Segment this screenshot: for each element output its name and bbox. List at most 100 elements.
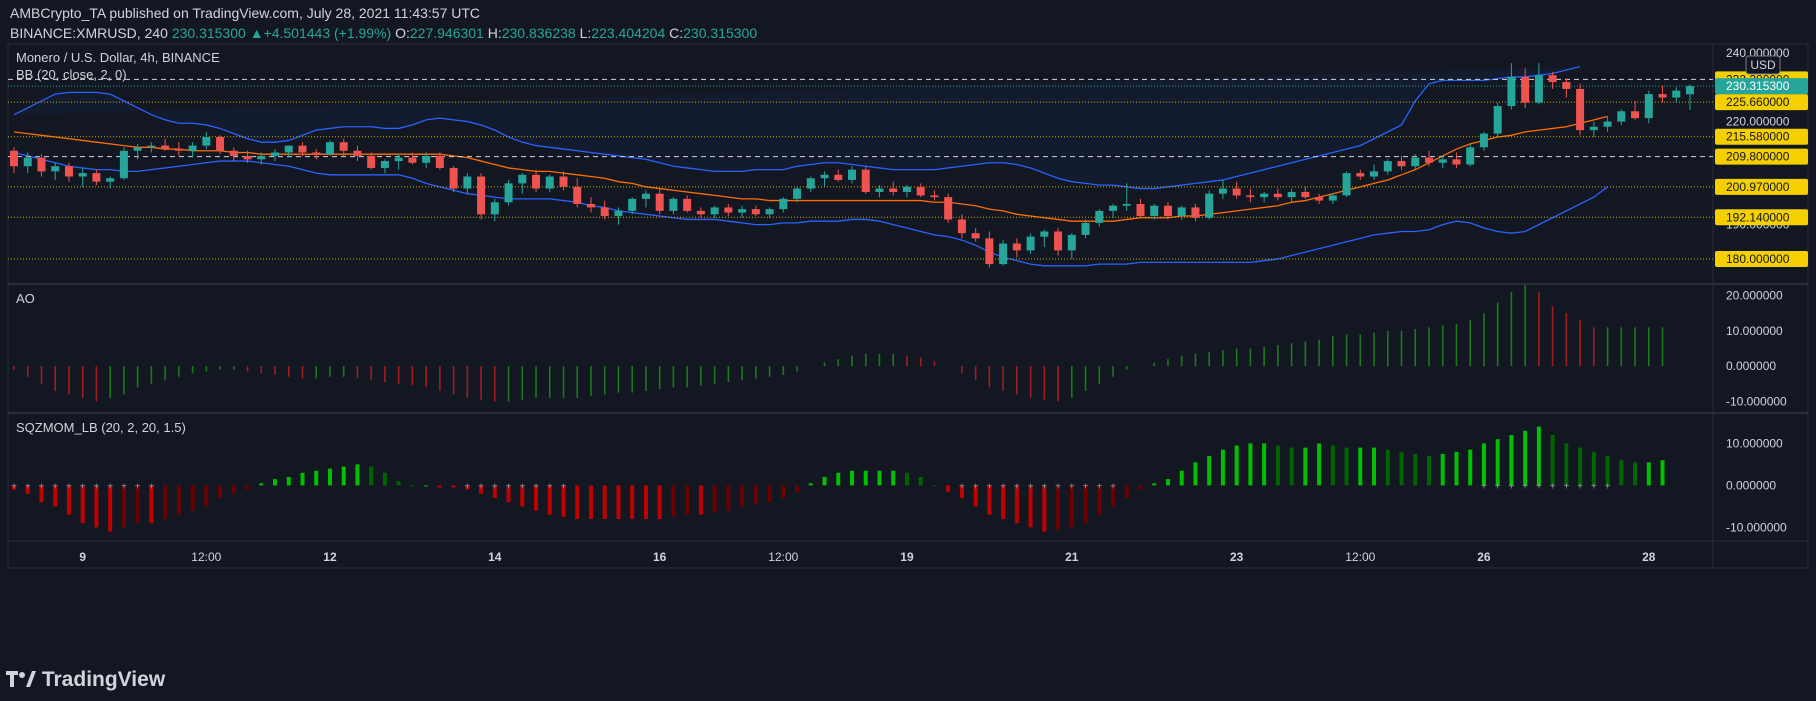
candle-body[interactable] bbox=[916, 186, 925, 196]
candle-body[interactable] bbox=[1534, 75, 1543, 103]
candle-body[interactable] bbox=[1672, 90, 1681, 98]
candle-body[interactable] bbox=[861, 169, 870, 192]
candle-body[interactable] bbox=[738, 209, 747, 213]
candle-body[interactable] bbox=[1562, 82, 1571, 89]
candle-body[interactable] bbox=[1026, 236, 1035, 251]
candle-body[interactable] bbox=[1383, 161, 1392, 172]
candle-body[interactable] bbox=[1617, 111, 1626, 122]
candle-body[interactable] bbox=[1411, 157, 1420, 167]
candle-body[interactable] bbox=[463, 176, 472, 189]
candle-body[interactable] bbox=[1054, 231, 1063, 251]
candle-body[interactable] bbox=[1479, 133, 1488, 148]
candle-body[interactable] bbox=[353, 150, 362, 156]
candle-body[interactable] bbox=[765, 209, 774, 215]
candle-body[interactable] bbox=[64, 166, 73, 177]
candle-body[interactable] bbox=[696, 210, 705, 215]
candle-body[interactable] bbox=[848, 169, 856, 180]
candle-body[interactable] bbox=[92, 173, 101, 182]
candle-body[interactable] bbox=[1356, 173, 1365, 177]
candle-body[interactable] bbox=[1040, 231, 1049, 237]
candle-body[interactable] bbox=[1370, 171, 1379, 177]
candle-body[interactable] bbox=[1548, 75, 1557, 83]
candle-body[interactable] bbox=[1603, 121, 1612, 127]
candle-body[interactable] bbox=[422, 155, 431, 163]
candle-body[interactable] bbox=[10, 150, 18, 167]
candle-body[interactable] bbox=[1273, 193, 1282, 198]
candle-body[interactable] bbox=[380, 161, 389, 168]
candle-body[interactable] bbox=[1644, 94, 1653, 119]
candle-body[interactable] bbox=[751, 209, 760, 215]
candle-body[interactable] bbox=[504, 183, 513, 203]
candle-body[interactable] bbox=[1521, 76, 1530, 103]
candle-body[interactable] bbox=[119, 150, 128, 179]
candle-body[interactable] bbox=[1658, 94, 1667, 98]
candle-body[interactable] bbox=[216, 137, 225, 151]
candle-body[interactable] bbox=[408, 157, 417, 163]
candle-body[interactable] bbox=[614, 210, 623, 217]
candle-body[interactable] bbox=[957, 219, 966, 234]
candle-body[interactable] bbox=[147, 145, 156, 148]
candle-body[interactable] bbox=[573, 186, 582, 204]
candle-body[interactable] bbox=[106, 178, 115, 182]
candle-body[interactable] bbox=[133, 147, 142, 151]
candle-body[interactable] bbox=[628, 198, 637, 211]
candle-body[interactable] bbox=[1342, 173, 1351, 196]
candle-body[interactable] bbox=[724, 207, 733, 213]
candle-body[interactable] bbox=[1589, 126, 1598, 131]
candle-body[interactable] bbox=[1163, 205, 1172, 217]
candle-body[interactable] bbox=[1150, 205, 1159, 217]
candle-body[interactable] bbox=[793, 188, 802, 199]
candle-body[interactable] bbox=[1081, 222, 1090, 235]
candle-body[interactable] bbox=[188, 145, 197, 151]
candle-body[interactable] bbox=[669, 198, 678, 211]
candle-body[interactable] bbox=[490, 202, 499, 215]
candle-body[interactable] bbox=[806, 178, 815, 189]
candle-body[interactable] bbox=[1438, 159, 1447, 163]
candle-body[interactable] bbox=[394, 157, 403, 162]
candle-body[interactable] bbox=[1631, 111, 1640, 119]
candle-body[interactable] bbox=[710, 207, 719, 215]
candle-body[interactable] bbox=[1191, 207, 1200, 218]
candle-body[interactable] bbox=[559, 176, 568, 187]
candle-body[interactable] bbox=[51, 166, 60, 172]
candle-body[interactable] bbox=[202, 137, 211, 146]
candle-body[interactable] bbox=[1109, 205, 1118, 211]
candle-body[interactable] bbox=[243, 155, 252, 160]
candle-body[interactable] bbox=[1315, 197, 1324, 201]
candle-body[interactable] bbox=[449, 167, 458, 189]
candle-body[interactable] bbox=[477, 176, 486, 215]
candle-body[interactable] bbox=[683, 198, 692, 211]
candle-body[interactable] bbox=[779, 198, 788, 210]
candle-body[interactable] bbox=[298, 145, 307, 153]
candle-body[interactable] bbox=[1232, 188, 1241, 196]
candle-body[interactable] bbox=[37, 157, 46, 172]
candle-body[interactable] bbox=[1177, 207, 1186, 217]
candle-body[interactable] bbox=[229, 150, 238, 156]
candle-body[interactable] bbox=[889, 188, 898, 192]
candle-body[interactable] bbox=[1507, 76, 1516, 107]
candle-body[interactable] bbox=[875, 188, 884, 192]
candle-body[interactable] bbox=[1686, 86, 1694, 95]
candle-body[interactable] bbox=[1466, 147, 1475, 165]
candle-body[interactable] bbox=[1260, 193, 1269, 198]
candle-body[interactable] bbox=[174, 149, 183, 151]
candle-body[interactable] bbox=[1397, 161, 1406, 167]
candle-body[interactable] bbox=[1205, 193, 1214, 218]
candle-body[interactable] bbox=[1218, 188, 1227, 194]
candle-body[interactable] bbox=[1122, 204, 1131, 206]
candle-body[interactable] bbox=[985, 238, 994, 265]
candle-body[interactable] bbox=[518, 174, 527, 184]
candle-body[interactable] bbox=[271, 152, 280, 156]
candle-body[interactable] bbox=[655, 193, 664, 211]
candle-body[interactable] bbox=[161, 145, 170, 150]
candle-body[interactable] bbox=[545, 176, 554, 189]
candle-body[interactable] bbox=[1424, 157, 1433, 163]
candle-body[interactable] bbox=[1493, 106, 1502, 134]
candle-body[interactable] bbox=[23, 157, 32, 167]
candle-body[interactable] bbox=[1136, 204, 1145, 217]
candle-body[interactable] bbox=[1452, 159, 1461, 165]
candle-body[interactable] bbox=[367, 155, 376, 168]
candle-body[interactable] bbox=[435, 155, 444, 168]
candle-body[interactable] bbox=[971, 233, 980, 239]
candle-body[interactable] bbox=[532, 174, 541, 189]
